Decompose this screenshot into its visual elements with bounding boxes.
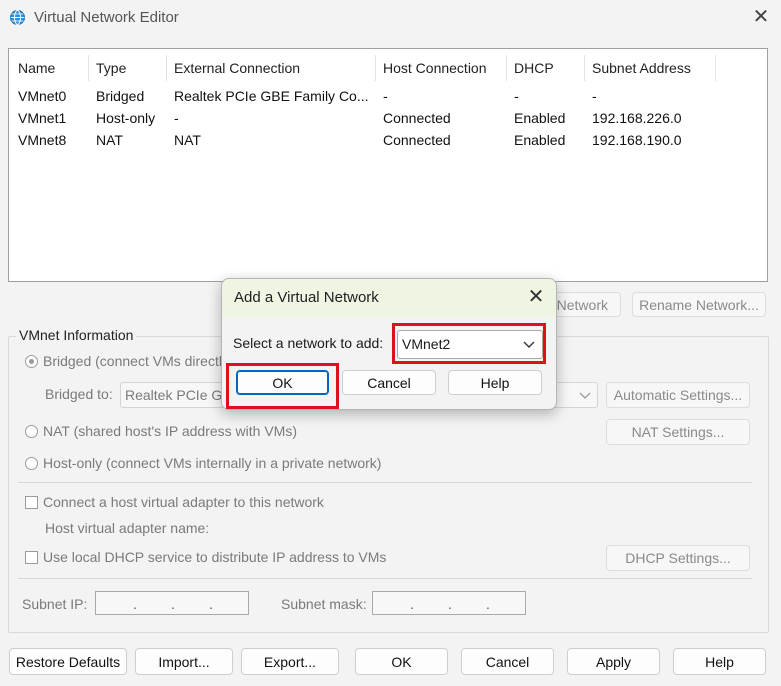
column-header-name[interactable]: Name <box>18 57 55 79</box>
table-cell[interactable]: 192.168.190.0 <box>592 129 712 151</box>
column-header-dhcp[interactable]: DHCP <box>514 57 554 79</box>
table-cell[interactable]: NAT <box>174 129 370 151</box>
table-cell[interactable]: VMnet1 <box>18 107 88 129</box>
dhcp-settings-button[interactable]: DHCP Settings... <box>606 545 750 571</box>
ip-dot: . <box>133 596 137 612</box>
table-cell[interactable]: - <box>514 85 584 107</box>
ok-button[interactable]: OK <box>355 648 448 675</box>
globe-network-icon <box>10 10 25 25</box>
nat-settings-button[interactable]: NAT Settings... <box>606 419 750 445</box>
table-cell[interactable]: - <box>592 85 712 107</box>
table-cell[interactable]: VMnet0 <box>18 85 88 107</box>
nat-label: NAT (shared host's IP address with VMs) <box>43 423 297 439</box>
dhcp-checkbox[interactable] <box>25 551 38 564</box>
bridged-label: Bridged (connect VMs directl <box>43 353 222 369</box>
chevron-down-icon <box>579 392 591 399</box>
apply-button[interactable]: Apply <box>567 648 660 675</box>
separator <box>18 482 752 483</box>
network-list[interactable]: Name Type External Connection Host Conne… <box>8 48 768 282</box>
bridged-to-value: Realtek PCIe G <box>125 387 223 403</box>
network-select-value: VMnet2 <box>402 336 451 352</box>
separator <box>18 578 752 579</box>
column-header-external-connection[interactable]: External Connection <box>174 57 300 79</box>
table-cell[interactable]: Enabled <box>514 107 584 129</box>
table-cell[interactable]: Realtek PCIe GBE Family Co... <box>174 85 370 107</box>
table-cell[interactable]: Connected <box>383 107 503 129</box>
vmnet-information-label: VMnet Information <box>16 327 137 343</box>
ip-dot: . <box>410 596 414 612</box>
close-icon[interactable]: ✕ <box>524 285 548 309</box>
subnet-ip-input[interactable]: . . . <box>95 591 249 615</box>
connect-adapter-checkbox[interactable] <box>25 496 38 509</box>
table-cell[interactable]: Host-only <box>96 107 166 129</box>
connect-adapter-label: Connect a host virtual adapter to this n… <box>43 494 324 510</box>
import-button[interactable]: Import... <box>135 648 233 675</box>
table-cell[interactable]: - <box>174 107 370 129</box>
cancel-button[interactable]: Cancel <box>461 648 554 675</box>
table-cell[interactable]: Connected <box>383 129 503 151</box>
chevron-down-icon <box>523 341 535 348</box>
help-button[interactable]: Help <box>673 648 766 675</box>
nat-radio[interactable] <box>25 425 38 438</box>
host-only-label: Host-only (connect VMs internally in a p… <box>43 455 382 471</box>
network-select[interactable]: VMnet2 <box>397 330 543 359</box>
host-only-radio[interactable] <box>25 457 38 470</box>
column-header-type[interactable]: Type <box>96 57 126 79</box>
dialog-title-bar: Add a Virtual Network ✕ <box>222 279 556 317</box>
subnet-mask-label: Subnet mask: <box>281 596 367 612</box>
table-cell[interactable]: 192.168.226.0 <box>592 107 712 129</box>
table-cell[interactable]: VMnet8 <box>18 129 88 151</box>
dhcp-label: Use local DHCP service to distribute IP … <box>43 549 387 565</box>
column-header-host-connection[interactable]: Host Connection <box>383 57 487 79</box>
restore-defaults-button[interactable]: Restore Defaults <box>9 648 127 675</box>
table-cell[interactable]: Bridged <box>96 85 166 107</box>
select-network-label: Select a network to add: <box>233 335 384 351</box>
ip-dot: . <box>171 596 175 612</box>
table-cell[interactable]: Enabled <box>514 129 584 151</box>
export-button[interactable]: Export... <box>241 648 339 675</box>
adapter-name-label: Host virtual adapter name: <box>45 520 210 536</box>
ip-dot: . <box>486 596 490 612</box>
column-header-subnet-address[interactable]: Subnet Address <box>592 57 691 79</box>
close-icon[interactable]: ✕ <box>750 6 772 28</box>
dialog-ok-button[interactable]: OK <box>236 370 329 395</box>
ip-dot: . <box>448 596 452 612</box>
bridged-to-label: Bridged to: <box>45 386 113 402</box>
dialog-title: Add a Virtual Network <box>234 289 379 306</box>
dialog-help-button[interactable]: Help <box>448 370 542 395</box>
subnet-mask-input[interactable]: . . . <box>372 591 526 615</box>
dialog-cancel-button[interactable]: Cancel <box>342 370 436 395</box>
automatic-settings-button[interactable]: Automatic Settings... <box>606 382 750 408</box>
ip-dot: . <box>209 596 213 612</box>
rename-network-button[interactable]: Rename Network... <box>632 292 766 317</box>
add-virtual-network-dialog: Add a Virtual Network ✕ Select a network… <box>221 278 557 410</box>
bridged-radio[interactable] <box>25 355 38 368</box>
table-cell[interactable]: - <box>383 85 503 107</box>
window-title: Virtual Network Editor <box>34 9 179 26</box>
table-cell[interactable]: NAT <box>96 129 166 151</box>
subnet-ip-label: Subnet IP: <box>22 596 88 612</box>
